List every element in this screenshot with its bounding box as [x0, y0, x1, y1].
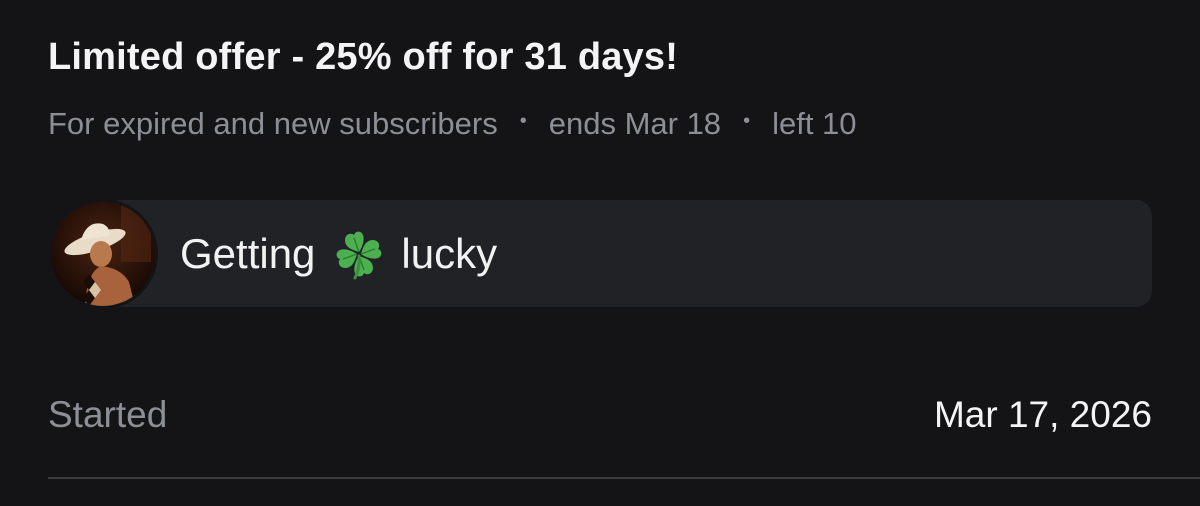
started-label: Started [48, 394, 168, 435]
meta-separator: • [519, 109, 527, 132]
offer-meta: For expired and new subscribers • ends M… [48, 106, 857, 142]
started-date: Mar 17, 2026 [933, 394, 1152, 435]
avatar-image [51, 202, 155, 306]
offer-remaining: left 10 [772, 106, 857, 141]
divider [48, 477, 1200, 479]
offer-ends: ends Mar 18 [548, 106, 722, 141]
offer-title: Limited offer - 25% off for 31 days! [48, 36, 679, 78]
avatar[interactable] [48, 199, 158, 309]
offer-audience: For expired and new subscribers [48, 106, 498, 141]
message-text: Getting lucky [180, 226, 497, 282]
message-text-start: Getting [180, 230, 316, 277]
meta-separator: • [743, 109, 751, 132]
message-text-end: lucky [401, 230, 498, 277]
four-leaf-clover-icon [331, 226, 387, 282]
promotion-page: Limited offer - 25% off for 31 days! For… [0, 0, 1200, 506]
